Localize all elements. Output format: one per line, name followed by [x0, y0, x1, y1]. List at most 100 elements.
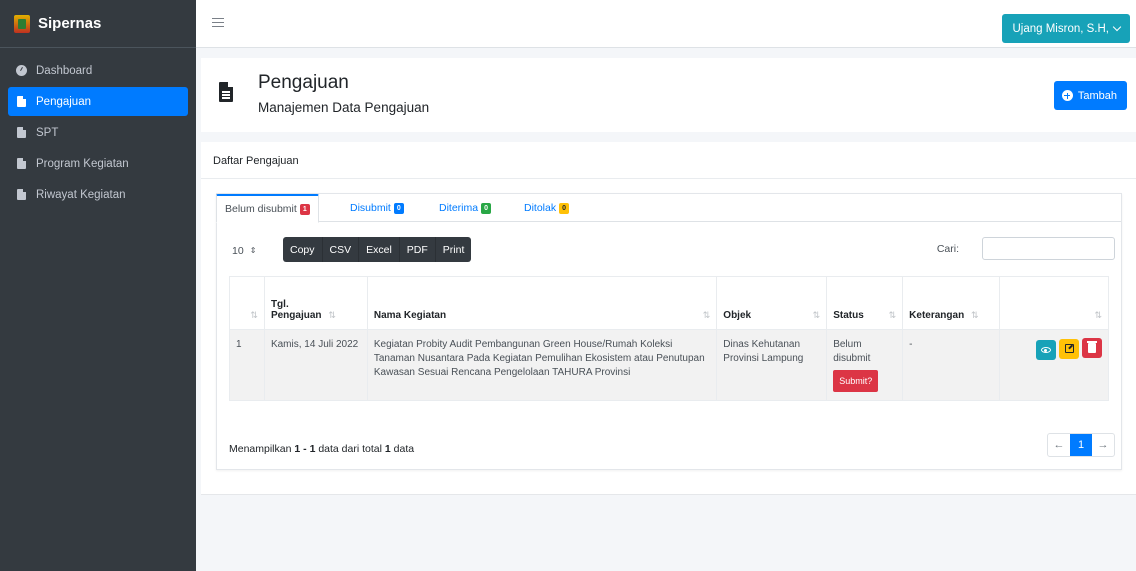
delete-button[interactable]	[1082, 338, 1102, 358]
plus-circle-icon	[1061, 90, 1073, 101]
pdf-button[interactable]: PDF	[400, 237, 436, 262]
tab-belum-disubmit[interactable]: Belum disubmit 1	[216, 194, 319, 223]
tab-ditolak[interactable]: Ditolak 0	[516, 194, 577, 222]
user-menu-button[interactable]: Ujang Misron, S.H,	[1002, 14, 1130, 43]
count-badge: 1	[299, 203, 310, 215]
info-text: Menampilkan	[229, 443, 292, 455]
document-icon	[16, 189, 26, 200]
card-title: Daftar Pengajuan	[201, 142, 1136, 179]
sort-icon: ⇅	[250, 310, 258, 320]
print-button[interactable]: Print	[436, 237, 472, 262]
dashboard-icon	[15, 65, 27, 76]
column-header-objek[interactable]: Objek ⇅	[716, 276, 828, 330]
column-header-tgl[interactable]: Tgl. Pengajuan ⇅	[263, 276, 368, 330]
document-icon	[16, 96, 26, 107]
excel-button[interactable]: Excel	[359, 237, 400, 262]
header-text: Pengajuan	[270, 310, 322, 321]
csv-button[interactable]: CSV	[323, 237, 360, 262]
header-text: Status	[833, 310, 864, 321]
sidebar-item-label: Dashboard	[36, 64, 93, 77]
page-button-1[interactable]: 1	[1070, 434, 1092, 456]
column-header-no[interactable]: ⇅	[229, 276, 265, 330]
cell-objek: Dinas Kehutanan Provinsi Lampung	[716, 329, 828, 401]
info-from: 1	[294, 443, 301, 455]
sort-icon: ⇅	[888, 310, 897, 320]
sort-icon: ⇅	[970, 310, 979, 320]
prev-page-button[interactable]: ←	[1048, 434, 1070, 456]
add-button-label: Tambah	[1077, 89, 1117, 102]
status-text: Belum disubmit	[833, 339, 871, 364]
sort-icon: ⇅	[1094, 310, 1102, 320]
next-page-button[interactable]: →	[1092, 434, 1114, 456]
header-text: Tgl.	[270, 299, 289, 310]
tab-panel: Belum disubmit 1 Disubmit 0 Diterima 0 D…	[216, 193, 1122, 470]
cell-no: 1	[229, 329, 265, 401]
sort-icon: ⇅	[328, 310, 336, 320]
page-length-select[interactable]: 10 ⇕	[229, 239, 267, 262]
info-separator: -	[303, 443, 307, 455]
sidebar-item-riwayat-kegiatan[interactable]: Riwayat Kegiatan	[8, 180, 188, 209]
column-header-aksi[interactable]: ⇅	[999, 276, 1109, 330]
info-to: 1	[309, 443, 316, 455]
page-length-value: 10	[232, 244, 244, 257]
view-button[interactable]	[1036, 340, 1056, 360]
count-badge: 0	[393, 202, 404, 214]
edit-icon	[1064, 344, 1074, 353]
info-text: data	[393, 443, 415, 455]
search-input[interactable]	[982, 237, 1115, 260]
submit-button[interactable]: Submit?	[833, 370, 879, 392]
column-header-status[interactable]: Status ⇅	[826, 276, 904, 330]
header-text: Keterangan	[909, 310, 965, 321]
info-total: 1	[384, 443, 391, 455]
cell-keterangan: -	[902, 329, 1001, 401]
column-header-nama[interactable]: Nama Kegiatan ⇅	[366, 276, 718, 330]
sort-arrows-icon: ⇕	[249, 246, 257, 255]
tab-bar: Belum disubmit 1 Disubmit 0 Diterima 0 D…	[216, 194, 1121, 223]
edit-button[interactable]	[1059, 338, 1079, 359]
page-header: Pengajuan Manajemen Data Pengajuan Tamba…	[201, 58, 1136, 132]
sidebar-item-pengajuan[interactable]: Pengajuan	[8, 87, 188, 116]
page-title: Pengajuan	[258, 72, 349, 93]
export-button-group: Copy CSV Excel PDF Print	[283, 237, 472, 262]
tab-diterima[interactable]: Diterima 0	[431, 194, 499, 222]
eye-icon	[1041, 347, 1051, 353]
brand[interactable]: Sipernas	[0, 0, 196, 48]
copy-button[interactable]: Copy	[283, 237, 323, 262]
sidebar-item-label: SPT	[36, 126, 59, 139]
add-button[interactable]: Tambah	[1053, 81, 1127, 110]
chevron-down-icon	[1112, 22, 1122, 32]
table-info: Menampilkan 1 - 1 data dari total 1 data	[229, 443, 414, 455]
cell-nama: Kegiatan Probity Audit Pembangunan Green…	[366, 329, 718, 401]
pengajuan-card: Daftar Pengajuan Belum disubmit 1 Disubm…	[201, 142, 1136, 495]
cell-tgl: Kamis, 14 Juli 2022	[263, 329, 368, 401]
search-label: Cari:	[936, 243, 959, 255]
tab-label: Belum disubmit	[225, 203, 297, 215]
count-badge: 0	[559, 202, 570, 214]
count-badge: 0	[481, 202, 492, 214]
sidebar: Sipernas Dashboard Pengajuan SPT Program…	[0, 0, 196, 571]
sidebar-item-label: Program Kegiatan	[36, 157, 129, 170]
sidebar-item-label: Riwayat Kegiatan	[36, 188, 126, 201]
pengajuan-table: ⇅ Tgl. Pengajuan ⇅ Nama Kegiatan ⇅ Objek…	[229, 276, 1109, 401]
sidebar-nav: Dashboard Pengajuan SPT Program Kegiatan…	[0, 48, 196, 209]
page-subtitle: Manajemen Data Pengajuan	[258, 100, 430, 115]
sidebar-item-dashboard[interactable]: Dashboard	[8, 56, 188, 85]
topbar: Ujang Misron, S.H,	[196, 0, 1136, 48]
sidebar-item-spt[interactable]: SPT	[8, 118, 188, 147]
header-text: Nama Kegiatan	[373, 310, 447, 321]
tab-label: Disubmit	[350, 202, 391, 214]
table-header-row: ⇅ Tgl. Pengajuan ⇅ Nama Kegiatan ⇅ Objek…	[229, 276, 1109, 330]
hamburger-menu-icon[interactable]	[212, 18, 224, 27]
table-row: 1 Kamis, 14 Juli 2022 Kegiatan Probity A…	[229, 329, 1109, 401]
sort-icon: ⇅	[702, 310, 711, 320]
sidebar-item-program-kegiatan[interactable]: Program Kegiatan	[8, 149, 188, 178]
brand-name: Sipernas	[38, 15, 102, 32]
cell-actions	[999, 329, 1109, 401]
tab-disubmit[interactable]: Disubmit 0	[342, 194, 412, 222]
info-text: data dari total	[318, 443, 382, 455]
sidebar-item-label: Pengajuan	[36, 95, 91, 108]
pagination: ← 1 →	[1047, 433, 1115, 457]
column-header-keterangan[interactable]: Keterangan ⇅	[902, 276, 1001, 330]
cell-status: Belum disubmit Submit?	[826, 329, 904, 401]
file-icon	[219, 82, 233, 102]
